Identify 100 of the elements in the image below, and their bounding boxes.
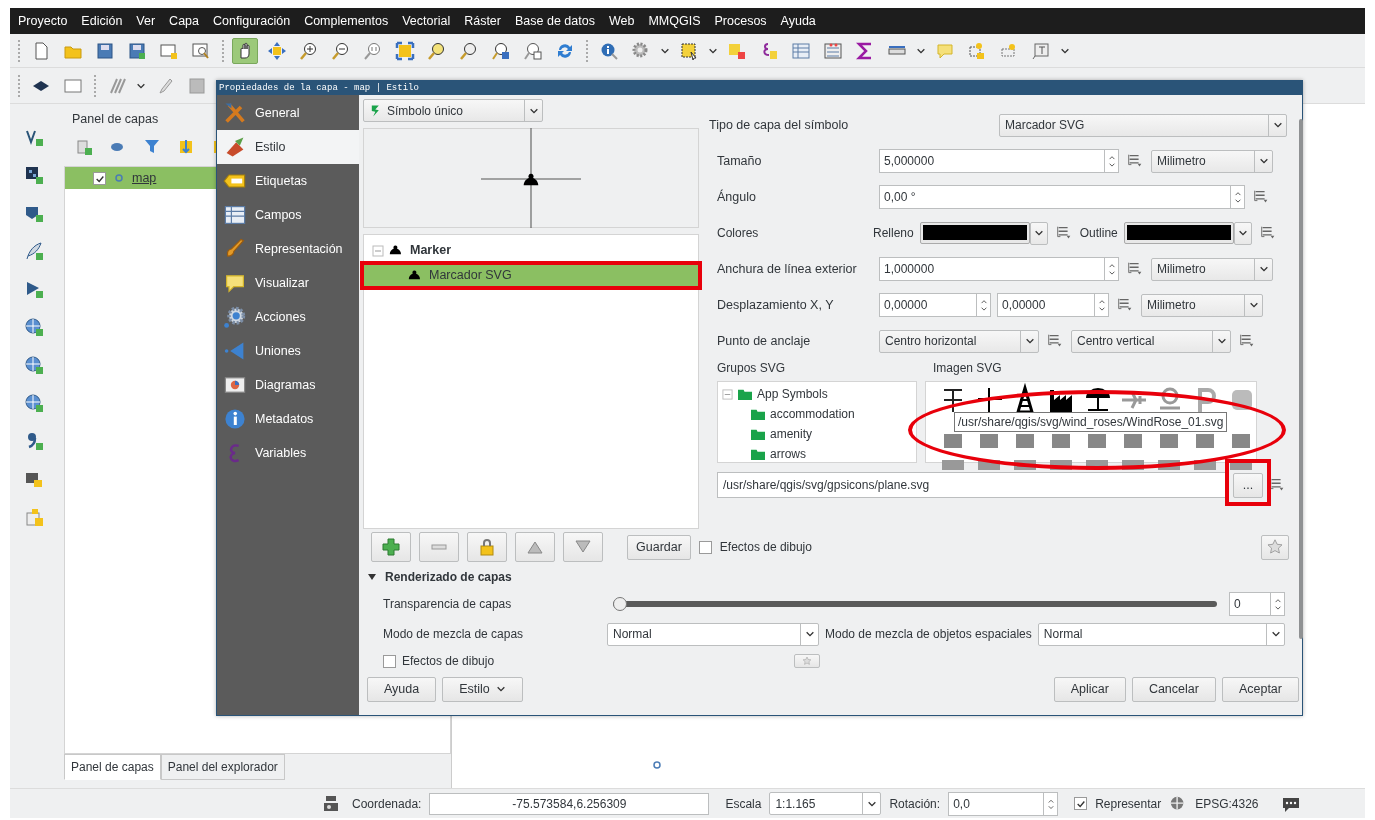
svg-group-item[interactable]: arrows xyxy=(770,445,806,462)
section-tab[interactable]: General xyxy=(217,96,359,130)
svg-group-item[interactable]: accommodation xyxy=(770,405,855,423)
draw-effects-label: Efectos de dibujo xyxy=(402,653,496,670)
transparency-field[interactable]: 0 xyxy=(1229,592,1285,616)
renderer-combo[interactable]: Símbolo único xyxy=(363,99,543,122)
section-tab[interactable]: Acciones xyxy=(217,300,359,334)
layer-checkbox[interactable] xyxy=(93,171,106,185)
menu-item[interactable]: Procesos xyxy=(714,11,767,31)
scale-combo[interactable]: 1:1.165 xyxy=(769,792,882,815)
menu-item[interactable]: Capa xyxy=(169,11,199,31)
vertical-anchor-combo[interactable]: Centro vertical xyxy=(1071,329,1231,353)
unit-combo[interactable]: Milimetro xyxy=(1151,257,1273,281)
section-tab[interactable]: Campos xyxy=(217,198,359,232)
field-label: Colores xyxy=(717,225,760,242)
angle-field[interactable]: 0,00 ° xyxy=(879,185,1245,209)
coordinate-label: Coordenada: xyxy=(352,795,422,813)
svg-group-item[interactable]: amenity xyxy=(770,425,813,443)
size-field[interactable]: 5,000000 xyxy=(879,149,1119,173)
cancel-button[interactable]: Cancelar xyxy=(1131,676,1216,702)
browse-button[interactable]: ... xyxy=(1233,472,1263,498)
menu-item[interactable]: Vectorial xyxy=(402,11,451,31)
field-label: Ángulo xyxy=(717,188,757,206)
horizontal-anchor-combo[interactable]: Centro horizontal xyxy=(879,329,1039,353)
menu-item[interactable]: Proyecto xyxy=(18,11,68,31)
scale-value: 1:1.165 xyxy=(775,795,817,813)
menu-item[interactable]: Configuración xyxy=(213,11,291,31)
blend-mode-combo[interactable]: Normal xyxy=(607,622,819,646)
field-label: Transparencia de capas xyxy=(383,596,513,613)
field-value: 0 xyxy=(1233,596,1242,613)
symbol-layer-type-combo[interactable]: Marcador SVG xyxy=(999,113,1287,137)
panel-title: Panel de capas xyxy=(72,111,159,128)
draw-effects-checkbox[interactable] xyxy=(383,654,396,668)
render-checkbox[interactable] xyxy=(1074,797,1088,810)
padlock-icon xyxy=(477,537,497,557)
field-label: Imagen SVG xyxy=(933,360,1002,377)
menu-item[interactable]: Base de datos xyxy=(515,11,595,31)
help-button[interactable]: Ayuda xyxy=(367,676,437,702)
slider-thumb[interactable] xyxy=(613,597,627,611)
field-label: Grupos SVG xyxy=(717,360,787,377)
svg-group-item[interactable]: App Symbols xyxy=(757,385,828,403)
section-tab[interactable]: Uniones xyxy=(217,334,359,368)
section-tab[interactable]: Metadatos xyxy=(217,402,359,436)
folder-icon xyxy=(750,427,766,441)
field-value: 0,00000 xyxy=(1001,297,1047,314)
fill-color-button[interactable] xyxy=(919,221,1048,245)
section-tab[interactable]: Diagramas xyxy=(217,368,359,402)
menu-item[interactable]: MMQGIS xyxy=(648,11,701,31)
section-tab[interactable]: Visualizar xyxy=(217,266,359,300)
feature-blend-combo[interactable]: Normal xyxy=(1037,622,1285,646)
save-symbol-button[interactable]: Guardar xyxy=(627,534,691,560)
transparency-slider[interactable] xyxy=(613,596,1217,612)
collapse-toggle-icon[interactable] xyxy=(722,388,733,400)
offset-x-field[interactable]: 0,00000 xyxy=(879,293,991,317)
panel-tab[interactable]: Panel del explorador xyxy=(160,754,285,780)
combo-value: Normal xyxy=(1043,626,1084,643)
table-icon xyxy=(223,203,247,227)
add-layer-button[interactable] xyxy=(371,532,411,562)
draw-effects-checkbox[interactable] xyxy=(698,540,712,554)
offset-y-field[interactable]: 0,00000 xyxy=(997,293,1109,317)
plus-icon xyxy=(381,537,401,557)
folder-icon xyxy=(750,407,766,421)
unit-combo[interactable]: Milimetro xyxy=(1151,149,1273,173)
section-tab[interactable]: Variables xyxy=(217,436,359,470)
panel-tab[interactable]: Panel de capas xyxy=(64,754,161,780)
pan-hand-icon[interactable] xyxy=(232,37,258,64)
section-tab[interactable]: Etiquetas xyxy=(217,164,359,198)
menu-item[interactable]: Web xyxy=(608,11,635,31)
menu-item[interactable]: Ver xyxy=(136,11,156,31)
move-up-button[interactable] xyxy=(515,532,555,562)
draw-effects-label: Efectos de dibujo xyxy=(719,539,812,556)
section-title[interactable]: Renderizado de capas xyxy=(385,568,512,586)
section-tab[interactable]: Estilo xyxy=(217,130,359,164)
accept-button[interactable]: Aceptar xyxy=(1221,676,1299,702)
coordinate-field[interactable]: -75.573584,6.256309 xyxy=(429,792,710,815)
symbol-tree-item[interactable]: Marker xyxy=(410,241,451,260)
rotation-field[interactable]: 0,0 xyxy=(948,791,1059,816)
render-label: Representar xyxy=(1095,795,1162,813)
lock-button[interactable] xyxy=(467,532,507,562)
field-label: Anchura de línea exterior xyxy=(717,260,858,278)
field-label: Modo de mezcla de objetos espaciales xyxy=(825,626,1032,643)
menu-item[interactable]: Complementos xyxy=(304,11,389,31)
outline-width-field[interactable]: 1,000000 xyxy=(879,257,1119,281)
move-down-button[interactable] xyxy=(563,532,603,562)
combo-value: Centro vertical xyxy=(1077,333,1156,350)
menu-item[interactable]: Ayuda xyxy=(780,11,816,31)
collapse-toggle-icon[interactable] xyxy=(372,244,384,257)
expand-arrow-icon[interactable] xyxy=(367,572,377,582)
style-menu-button[interactable]: Estilo xyxy=(442,676,523,702)
outline-color-button[interactable] xyxy=(1123,221,1252,245)
crs-label[interactable]: EPSG:4326 xyxy=(1195,794,1259,813)
layer-name: map xyxy=(132,169,157,187)
combo-value: Normal xyxy=(613,626,653,643)
field-value: 5,000000 xyxy=(883,153,936,170)
apply-button[interactable]: Aplicar xyxy=(1053,676,1126,702)
section-tab[interactable]: Representación xyxy=(217,232,359,266)
unit-combo[interactable]: Milimetro xyxy=(1141,293,1263,317)
menu-item[interactable]: Edición xyxy=(81,11,123,31)
folder-icon xyxy=(750,447,766,461)
menu-item[interactable]: Ráster xyxy=(464,11,501,31)
